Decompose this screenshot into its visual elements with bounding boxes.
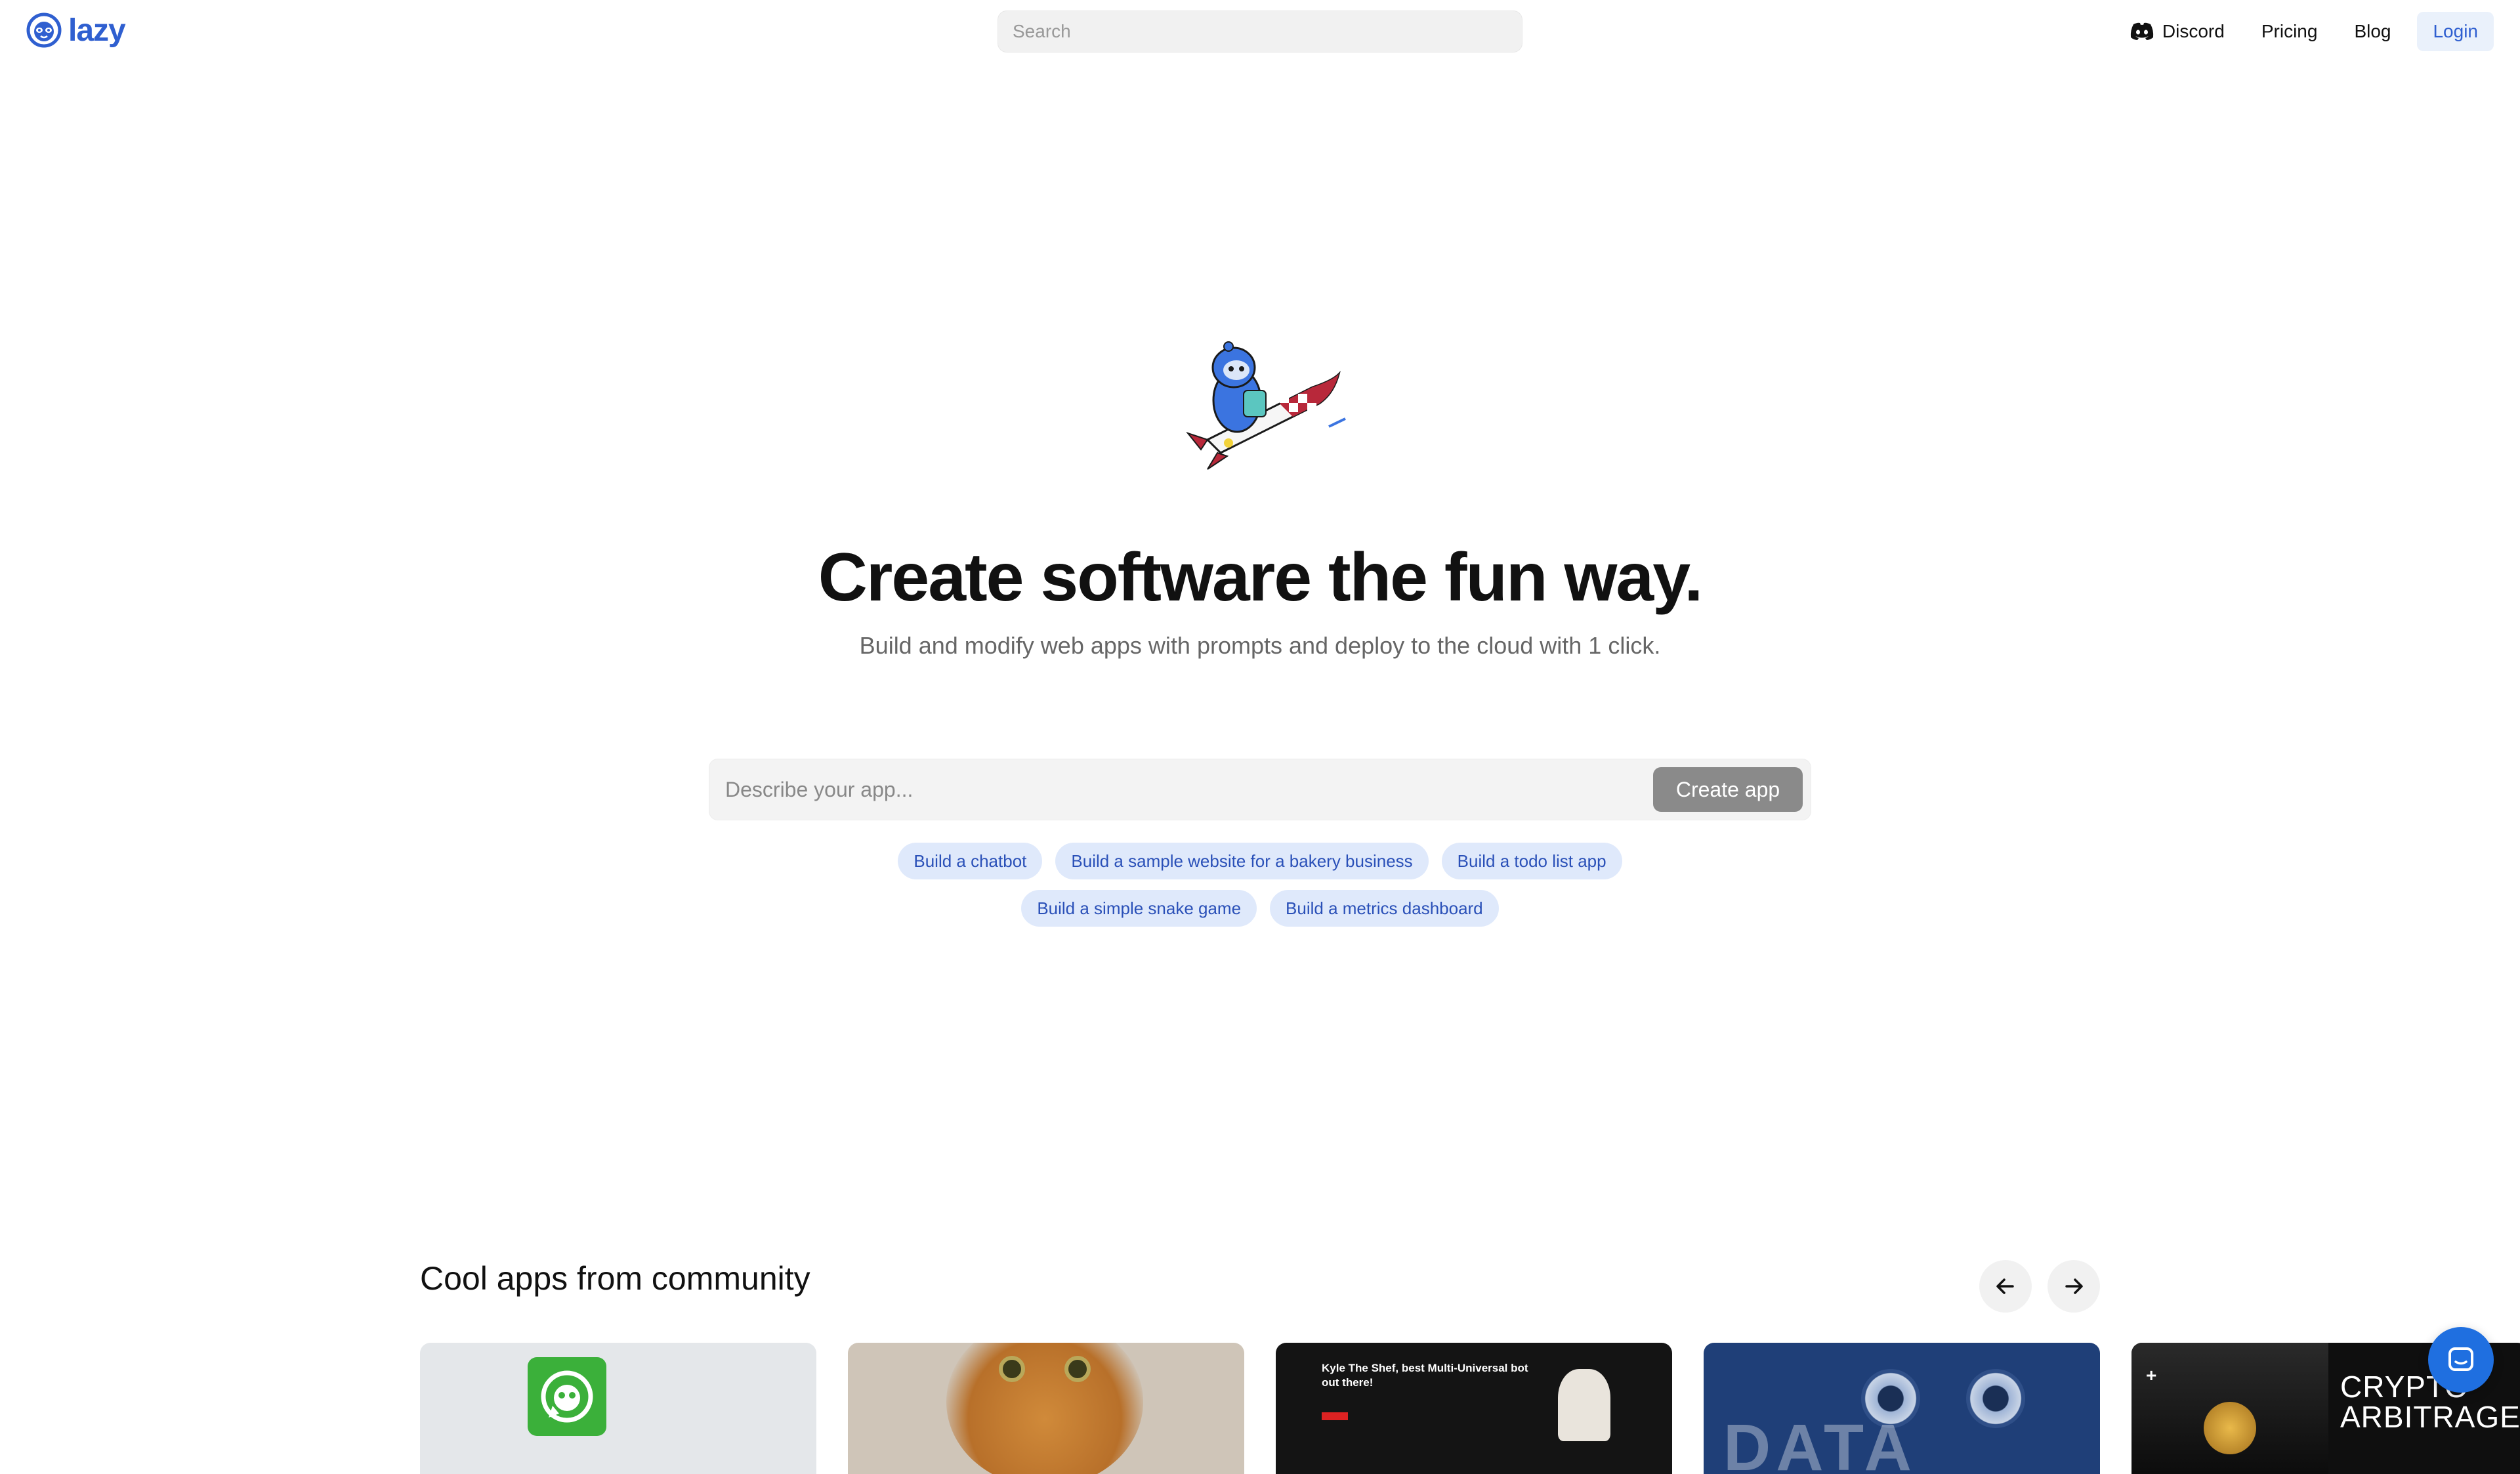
sloth-logo-icon	[26, 12, 62, 48]
create-app-button[interactable]: Create app	[1653, 767, 1803, 812]
discord-icon	[2130, 22, 2154, 40]
cat-image	[946, 1343, 1143, 1474]
nav-pricing-label: Pricing	[2261, 21, 2318, 41]
nav-blog-label: Blog	[2354, 21, 2391, 41]
arrow-right-icon	[2065, 1278, 2083, 1294]
community-app-card[interactable]: DATA	[1704, 1343, 2100, 1474]
crypto-image: +	[2132, 1343, 2328, 1474]
app-prompt-box: Create app	[709, 759, 1811, 820]
card-cta-mark	[1322, 1412, 1348, 1420]
card-overlay-text: DATA	[1723, 1411, 1917, 1474]
logo-text: lazy	[68, 12, 126, 48]
community-app-card[interactable]: Kyle The Shef, best Multi-Universal bot …	[1276, 1343, 1672, 1474]
chat-app-icon	[528, 1357, 606, 1436]
search-input[interactable]	[998, 11, 1522, 53]
support-chat-button[interactable]	[2428, 1327, 2494, 1393]
nav-discord-link[interactable]: Discord	[2130, 21, 2225, 42]
plus-badge: +	[2146, 1365, 2157, 1385]
cat-eye	[999, 1356, 1025, 1382]
suggestion-chip[interactable]: Build a sample website for a bakery busi…	[1055, 843, 1429, 879]
nav-pricing-link[interactable]: Pricing	[2261, 21, 2318, 42]
suggestion-chip[interactable]: Build a chatbot	[898, 843, 1043, 879]
suggestion-chips-row-2: Build a simple snake game Build a metric…	[0, 890, 2520, 927]
carousel-next-button[interactable]	[2048, 1260, 2100, 1313]
top-nav: Discord Pricing Blog Login	[2130, 11, 2494, 53]
nav-discord-label: Discord	[2162, 21, 2225, 41]
login-label: Login	[2433, 21, 2478, 41]
chef-bot-image	[1558, 1369, 1610, 1441]
logo-link[interactable]: lazy	[26, 9, 126, 51]
chat-icon	[2448, 1347, 2473, 1371]
nav-blog-link[interactable]: Blog	[2354, 21, 2391, 42]
hero-title: Create software the fun way.	[818, 539, 1703, 616]
arrow-left-icon	[1996, 1278, 2014, 1294]
card-overlay-text: CRYPTO ARBITRAGE	[2340, 1370, 2520, 1434]
community-app-card[interactable]	[848, 1343, 1244, 1474]
community-section-title: Cool apps from community	[420, 1260, 810, 1297]
card-headline: Kyle The Shef, best Multi-Universal bot …	[1322, 1362, 1528, 1389]
suggestion-chip[interactable]: Build a simple snake game	[1021, 890, 1257, 927]
sloth-rocket-illustration	[1186, 341, 1346, 470]
hero-subtitle: Build and modify web apps with prompts a…	[859, 632, 1661, 659]
describe-app-input[interactable]	[709, 759, 1641, 820]
cat-eye	[1064, 1356, 1091, 1382]
carousel-prev-button[interactable]	[1979, 1260, 2032, 1313]
robot-eye-image	[1966, 1369, 2025, 1428]
suggestion-chip[interactable]: Build a metrics dashboard	[1270, 890, 1499, 927]
coin-image	[2204, 1402, 2256, 1454]
suggestion-chip[interactable]: Build a todo list app	[1441, 843, 1622, 879]
suggestion-chips-row-1: Build a chatbot Build a sample website f…	[0, 843, 2520, 879]
top-header: lazy Discord Pricing Blog Login	[0, 0, 2520, 63]
community-app-card[interactable]	[420, 1343, 816, 1474]
login-button[interactable]: Login	[2417, 12, 2494, 51]
